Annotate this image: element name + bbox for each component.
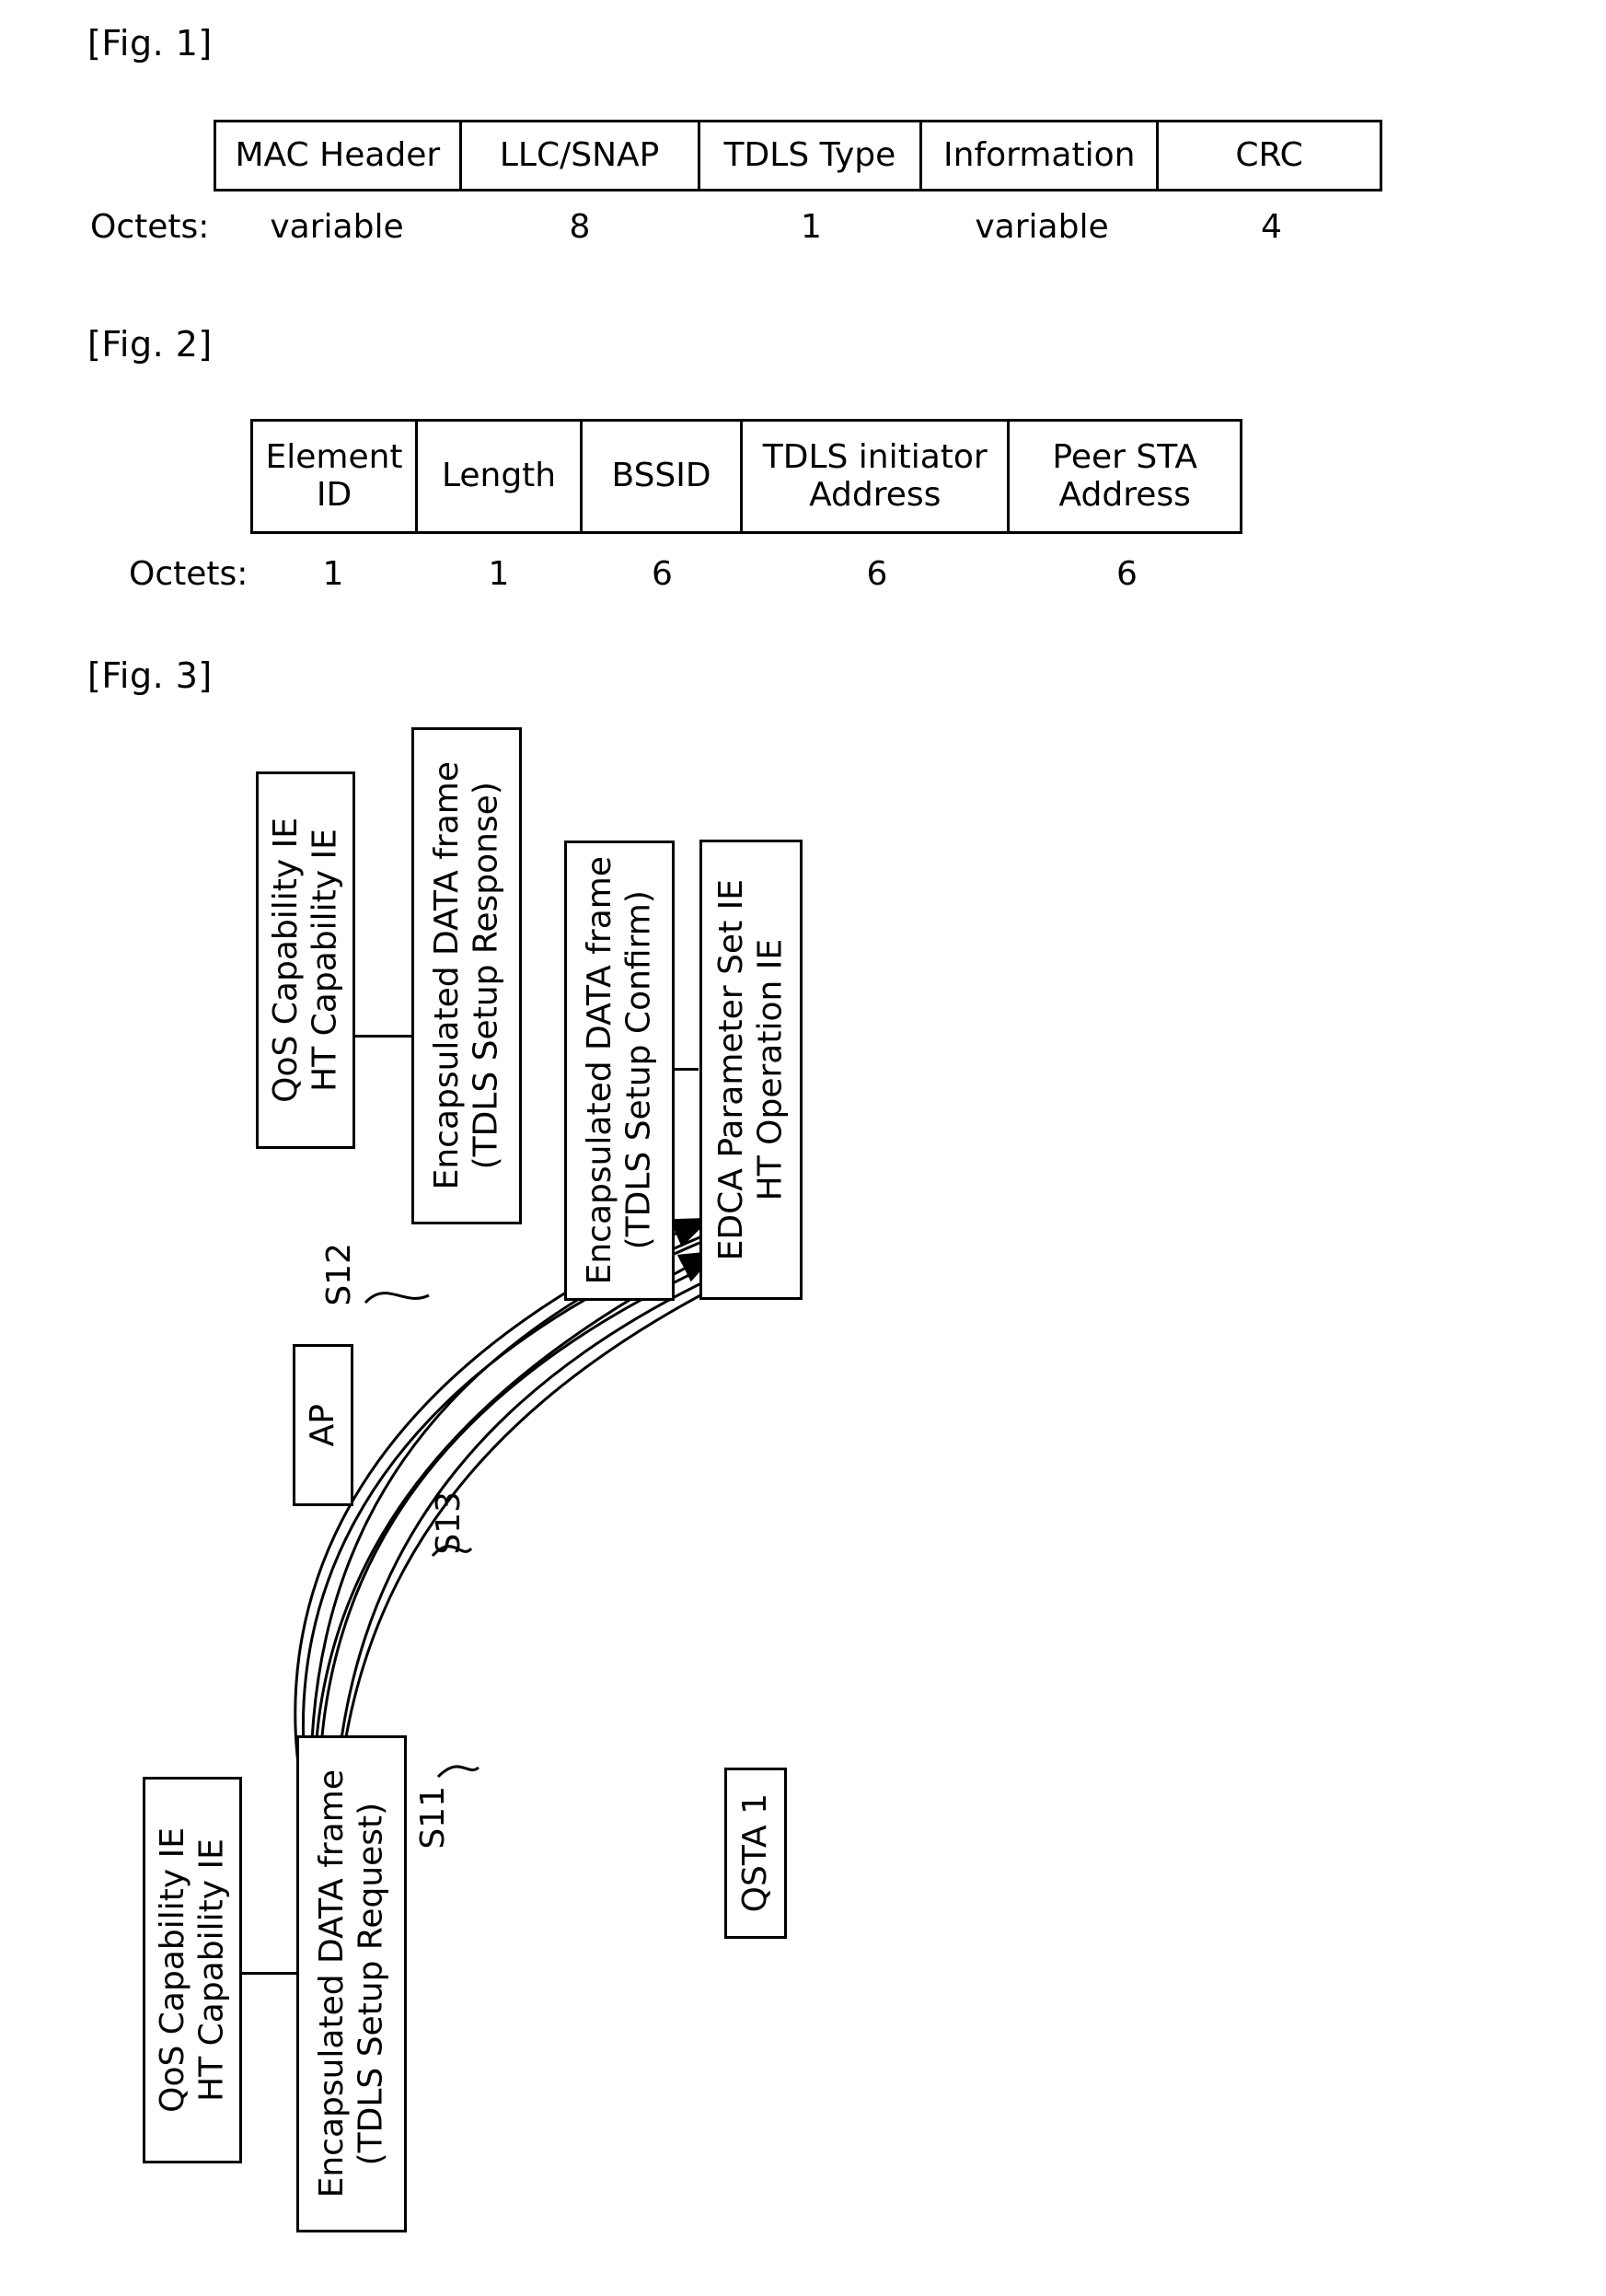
fig1-cell-mac-header: MAC Header bbox=[216, 122, 462, 189]
box-frame-setup-request-text: Encapsulated DATA frame (TDLS Setup Requ… bbox=[312, 1769, 389, 2198]
node-qsta-1: QSTA 1 bbox=[724, 1768, 787, 1939]
fig1-cell-information: Information bbox=[922, 122, 1160, 189]
fig2-cell-bssid: BSSID bbox=[583, 422, 744, 531]
step-label-s11: S11 bbox=[414, 1786, 452, 1850]
node-ap-label: AP bbox=[303, 1403, 341, 1447]
node-ap: AP bbox=[293, 1344, 353, 1506]
fig2-octets-tdls-initiator-address: 6 bbox=[866, 555, 888, 593]
fig1-octets-information: variable bbox=[975, 208, 1109, 246]
fig1-octets-label: Octets: bbox=[90, 208, 210, 246]
box-frame-setup-confirm: Encapsulated DATA frame (TDLS Setup Conf… bbox=[564, 841, 675, 1301]
fig2-cell-length: Length bbox=[418, 422, 583, 531]
fig1-cell-llc-snap: LLC/SNAP bbox=[462, 122, 700, 189]
step-label-s13: S13 bbox=[430, 1491, 468, 1555]
fig2-octets-label: Octets: bbox=[129, 555, 248, 593]
box-ie-edca-ht-operation: EDCA Parameter Set IE HT Operation IE bbox=[699, 840, 803, 1300]
fig2-octets-peer-sta-address: 6 bbox=[1116, 555, 1138, 593]
connector-ie-bottom-to-request bbox=[242, 1972, 299, 1975]
box-ie-bottom-text: QoS Capability IE HT Capability IE bbox=[153, 1827, 230, 2113]
box-ie-edca-ht-operation-text: EDCA Parameter Set IE HT Operation IE bbox=[711, 878, 789, 1261]
fig2-frame-table: Element ID Length BSSID TDLS initiator A… bbox=[250, 419, 1242, 534]
box-frame-setup-request: Encapsulated DATA frame (TDLS Setup Requ… bbox=[296, 1735, 407, 2232]
leader-s11 bbox=[436, 1765, 479, 1779]
node-qsta-1-label: QSTA 1 bbox=[735, 1793, 774, 1913]
figure-3-label: [Fig. 3] bbox=[87, 655, 213, 696]
figure-1-label: [Fig. 1] bbox=[87, 23, 213, 64]
box-frame-setup-confirm-text: Encapsulated DATA frame (TDLS Setup Conf… bbox=[580, 856, 657, 1285]
fig2-octets-length: 1 bbox=[488, 555, 510, 593]
figure-3-diagram: QoS Capability IE HT Capability IE Encap… bbox=[0, 727, 1606, 2292]
fig1-octets-crc: 4 bbox=[1261, 208, 1282, 246]
fig2-octets-bssid: 6 bbox=[652, 555, 673, 593]
fig2-cell-element-id: Element ID bbox=[253, 422, 419, 531]
fig1-cell-crc: CRC bbox=[1235, 135, 1303, 174]
leader-s12 bbox=[364, 1292, 430, 1305]
figure-2-label: [Fig. 2] bbox=[87, 324, 213, 365]
fig1-octets-tdls-type: 1 bbox=[801, 208, 822, 246]
connector-confirm-to-edca bbox=[675, 1068, 699, 1071]
box-ie-bottom: QoS Capability IE HT Capability IE bbox=[143, 1777, 242, 2163]
fig1-octets-llc-snap: 8 bbox=[569, 208, 591, 246]
fig1-octets-mac-header: variable bbox=[270, 208, 404, 246]
fig1-frame-table: MAC Header LLC/SNAP TDLS Type Informatio… bbox=[214, 120, 1382, 191]
fig2-cell-peer-sta-address: Peer STA Address bbox=[1052, 438, 1198, 514]
fig2-octets-element-id: 1 bbox=[322, 555, 344, 593]
fig1-octets-row: variable 8 1 variable 4 bbox=[214, 208, 1382, 246]
fig1-cell-tdls-type: TDLS Type bbox=[700, 122, 923, 189]
fig2-cell-tdls-initiator-address: TDLS initiator Address bbox=[743, 422, 1011, 531]
fig2-octets-row: 1 1 6 6 6 bbox=[250, 555, 1242, 593]
